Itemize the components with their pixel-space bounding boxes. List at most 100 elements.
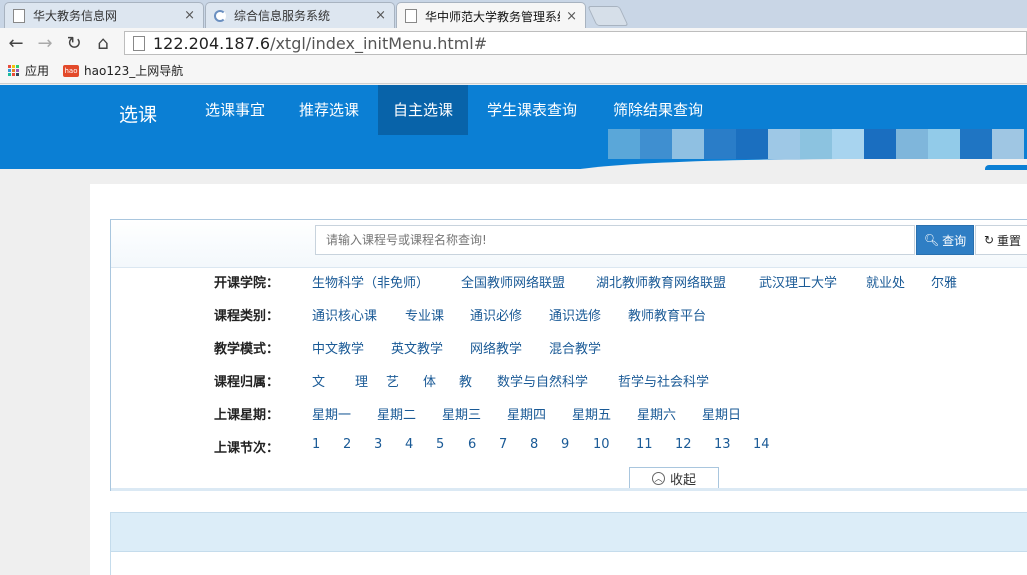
reset-button[interactable]: ↻ 重置 (975, 225, 1027, 255)
filter-option[interactable]: 中文教学 (312, 338, 364, 357)
header-decoration (985, 165, 1027, 170)
browser-tab[interactable]: 华大教务信息网 × (4, 2, 204, 28)
filter-option[interactable]: 数学与自然科学 (497, 371, 588, 390)
filter-option[interactable]: 3 (374, 437, 382, 452)
filter-label: 开课学院： (214, 276, 280, 291)
new-tab-button[interactable] (587, 6, 629, 26)
browser-tab-strip: 华大教务信息网 × 综合信息服务系统 × 华中师范大学教务管理系统 × (0, 0, 1027, 29)
page-icon (13, 8, 25, 23)
filter-option[interactable]: 星期五 (572, 404, 611, 423)
tab-title: 综合信息服务系统 (234, 9, 331, 23)
collapse-button[interactable]: ︿ 收起 (629, 467, 719, 489)
filter-option[interactable]: 2 (343, 437, 351, 452)
forward-arrow-icon[interactable]: → (34, 32, 56, 54)
chevron-up-icon: ︿ (651, 472, 665, 485)
browser-tab[interactable]: 综合信息服务系统 × (205, 2, 395, 28)
back-arrow-icon[interactable]: ← (5, 32, 27, 54)
filter-option[interactable]: 星期一 (312, 404, 351, 423)
filter-option[interactable]: 哲学与社会科学 (618, 371, 709, 390)
filter-option[interactable]: 4 (405, 437, 413, 452)
filter-option[interactable]: 全国教师网络联盟 (461, 272, 565, 291)
filter-option[interactable]: 教师教育平台 (628, 305, 706, 324)
home-icon[interactable]: ⌂ (92, 32, 114, 54)
mosaic-block (800, 129, 832, 159)
bookmark-label: 应用 (25, 64, 50, 78)
filter-option[interactable]: 6 (468, 437, 476, 452)
filter-option[interactable]: 星期二 (377, 404, 416, 423)
filter-row: 开课学院： 生物科学（非免师） 全国教师网络联盟 湖北教师教育网络联盟 武汉理工大学 就业… (111, 272, 1027, 292)
filter-label: 上课星期： (214, 408, 280, 423)
mosaic-block (960, 129, 992, 159)
filter-option[interactable]: 文 (312, 371, 325, 390)
filter-option[interactable]: 生物科学（非免师） (312, 272, 429, 291)
bookmarks-bar: 应用 hao hao123_上网导航 (0, 58, 1027, 84)
filter-option[interactable]: 就业处 (866, 272, 905, 291)
filter-option[interactable]: 星期六 (637, 404, 676, 423)
filter-option[interactable]: 10 (593, 437, 610, 452)
mosaic-block (832, 129, 864, 159)
filter-option[interactable]: 5 (436, 437, 444, 452)
search-bar: 🔍︎ 查询 ↻ 重置 (111, 220, 1027, 268)
tab-title: 华中师范大学教务管理系统 (425, 9, 561, 24)
filter-option[interactable]: 星期三 (442, 404, 481, 423)
filter-label: 课程类别： (214, 309, 280, 324)
filter-row: 教学模式： 中文教学 英文教学 网络教学 混合教学 (111, 338, 1027, 358)
search-button[interactable]: 🔍︎ 查询 (916, 225, 974, 255)
mosaic-block (704, 129, 736, 159)
filter-label: 上课节次： (214, 441, 280, 456)
filter-option[interactable]: 武汉理工大学 (759, 272, 837, 291)
filter-label: 教学模式： (214, 342, 280, 357)
filter-option[interactable]: 星期日 (702, 404, 741, 423)
mosaic-block (864, 129, 896, 159)
mosaic-block (640, 129, 672, 159)
filter-option[interactable]: 14 (753, 437, 770, 452)
reload-icon[interactable]: ↻ (63, 32, 85, 54)
course-search-input[interactable] (315, 225, 915, 255)
filter-option[interactable]: 理 (355, 371, 368, 390)
tab-close-icon[interactable]: × (566, 9, 577, 24)
address-bar[interactable]: 122.204.187.6/xtgl/index_initMenu.html# (124, 31, 1027, 55)
mosaic-block (608, 129, 640, 159)
mosaic-block (736, 129, 768, 159)
filter-option[interactable]: 艺 (386, 371, 399, 390)
nav-item[interactable]: 筛除结果查询 (598, 85, 718, 135)
filter-option[interactable]: 尔雅 (931, 272, 957, 291)
filter-option[interactable]: 专业课 (405, 305, 444, 324)
filter-option[interactable]: 网络教学 (470, 338, 522, 357)
filter-option[interactable]: 通识必修 (470, 305, 522, 324)
nav-item[interactable]: 推荐选课 (284, 85, 374, 135)
search-button-label: 查询 (942, 233, 967, 248)
site-header: 选课 选课事宜 推荐选课 自主选课 学生课表查询 筛除结果查询 (0, 85, 1027, 175)
filter-option[interactable]: 1 (312, 437, 320, 452)
site-brand: 选课 (119, 104, 158, 126)
bookmark-hao123[interactable]: hao hao123_上网导航 (63, 62, 183, 79)
mosaic-block (768, 129, 800, 159)
filter-option[interactable]: 体 (423, 371, 436, 390)
filter-option[interactable]: 13 (714, 437, 731, 452)
page-icon (133, 35, 145, 51)
url-host: 122.204.187.6 (153, 33, 271, 53)
filter-option[interactable]: 通识核心课 (312, 305, 377, 324)
filter-option[interactable]: 教 (459, 371, 472, 390)
collapse-label: 收起 (669, 473, 696, 488)
filter-option[interactable]: 8 (530, 437, 538, 452)
filter-option[interactable]: 7 (499, 437, 507, 452)
filter-option[interactable]: 9 (561, 437, 569, 452)
search-icon: 🔍︎ (923, 233, 940, 247)
nav-item-active[interactable]: 自主选课 (378, 85, 469, 135)
browser-toolbar: ← → ↻ ⌂ 122.204.187.6/xtgl/index_initMen… (0, 28, 1027, 58)
tab-close-icon[interactable]: × (184, 8, 195, 23)
nav-item[interactable]: 学生课表查询 (472, 85, 592, 135)
filter-option[interactable]: 11 (636, 437, 653, 452)
filter-option[interactable]: 英文教学 (391, 338, 443, 357)
filter-option[interactable]: 混合教学 (549, 338, 601, 357)
browser-tab-active[interactable]: 华中师范大学教务管理系统 × (396, 2, 586, 29)
nav-item[interactable]: 选课事宜 (190, 85, 280, 135)
bookmark-apps[interactable]: 应用 (8, 62, 49, 79)
filter-option[interactable]: 湖北教师教育网络联盟 (596, 272, 726, 291)
panel-divider (111, 488, 1027, 491)
filter-option[interactable]: 星期四 (507, 404, 546, 423)
filter-option[interactable]: 12 (675, 437, 692, 452)
filter-option[interactable]: 通识选修 (549, 305, 601, 324)
tab-close-icon[interactable]: × (375, 8, 386, 23)
